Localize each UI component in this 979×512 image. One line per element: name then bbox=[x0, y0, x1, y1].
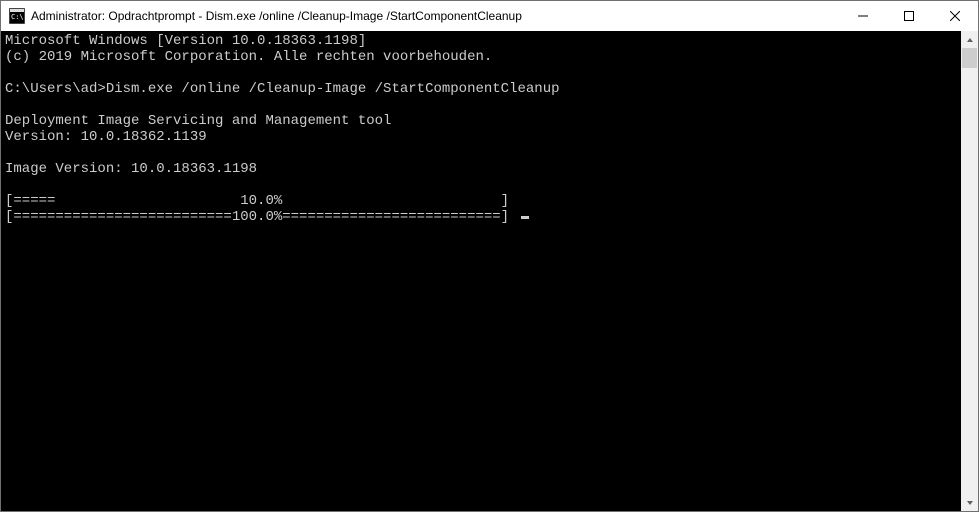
svg-text:C:\: C:\ bbox=[11, 13, 24, 21]
console-line: Deployment Image Servicing and Managemen… bbox=[5, 113, 391, 129]
progress-line: [==========================100.0%=======… bbox=[5, 209, 517, 225]
titlebar[interactable]: C:\ Administrator: Opdrachtprompt - Dism… bbox=[1, 1, 978, 31]
cmd-icon: C:\ bbox=[9, 8, 25, 24]
command-prompt-window: C:\ Administrator: Opdrachtprompt - Dism… bbox=[0, 0, 979, 512]
cursor bbox=[521, 216, 529, 219]
window-title: Administrator: Opdrachtprompt - Dism.exe… bbox=[31, 9, 840, 23]
window-controls bbox=[840, 1, 978, 31]
vertical-scrollbar[interactable] bbox=[961, 31, 978, 511]
console-prompt: C:\Users\ad>Dism.exe /online /Cleanup-Im… bbox=[5, 81, 560, 97]
console-line: Version: 10.0.18362.1139 bbox=[5, 129, 207, 145]
maximize-button[interactable] bbox=[886, 1, 932, 31]
scroll-track[interactable] bbox=[961, 48, 978, 494]
scroll-down-button[interactable] bbox=[961, 494, 978, 511]
console-line: Microsoft Windows [Version 10.0.18363.11… bbox=[5, 33, 366, 49]
progress-line: [===== 10.0% ] bbox=[5, 193, 509, 209]
console-line: Image Version: 10.0.18363.1198 bbox=[5, 161, 257, 177]
minimize-button[interactable] bbox=[840, 1, 886, 31]
console-output[interactable]: Microsoft Windows [Version 10.0.18363.11… bbox=[1, 31, 961, 511]
content-area: Microsoft Windows [Version 10.0.18363.11… bbox=[1, 31, 978, 511]
close-button[interactable] bbox=[932, 1, 978, 31]
scroll-thumb[interactable] bbox=[962, 48, 977, 68]
console-line: (c) 2019 Microsoft Corporation. Alle rec… bbox=[5, 49, 492, 65]
scroll-up-button[interactable] bbox=[961, 31, 978, 48]
